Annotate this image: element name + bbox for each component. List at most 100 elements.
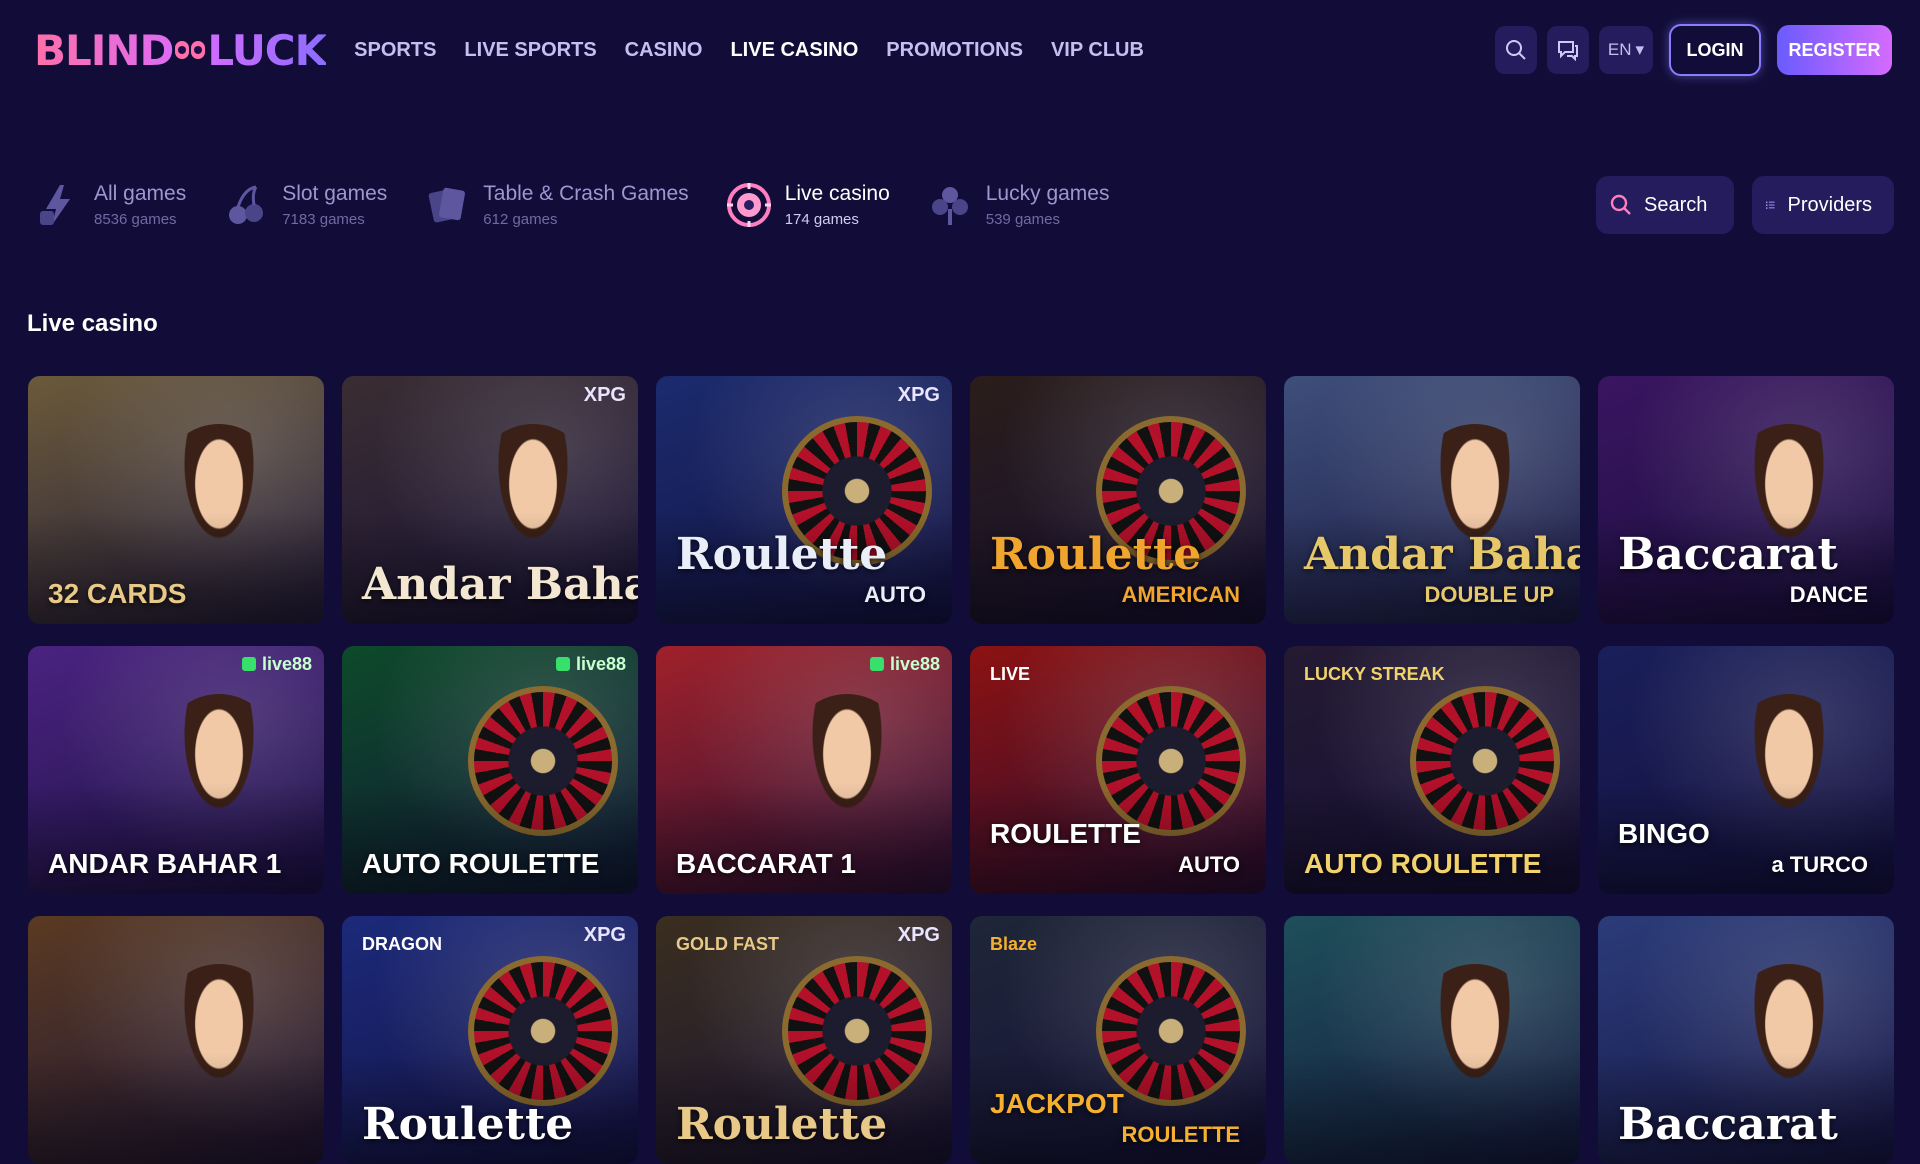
game-title: ROULETTE bbox=[990, 818, 1141, 849]
providers-label: Providers bbox=[1787, 193, 1872, 216]
game-title: BACCARAT 1 bbox=[676, 848, 856, 879]
login-button[interactable]: LOGIN bbox=[1669, 24, 1761, 76]
nav-vip-club[interactable]: VIP CLUB bbox=[1051, 39, 1144, 62]
search-icon bbox=[1610, 194, 1631, 215]
clover-icon bbox=[926, 179, 974, 231]
game-tile[interactable]: live88 AUTO ROULETTE bbox=[342, 646, 638, 894]
language-label: EN bbox=[1607, 40, 1632, 59]
category-count: 7183 games bbox=[282, 211, 365, 228]
game-pretitle: DRAGON bbox=[362, 934, 442, 954]
game-subtitle: AMERICAN bbox=[1121, 582, 1240, 607]
game-tile[interactable]: LUCKY STREAK AUTO ROULETTE bbox=[1284, 646, 1580, 894]
game-tile[interactable] bbox=[1284, 916, 1580, 1164]
category-table-crash-games[interactable]: Table & Crash Games 612 games bbox=[423, 179, 689, 231]
category-title: Lucky games bbox=[985, 182, 1110, 205]
register-button[interactable]: REGISTER bbox=[1777, 25, 1892, 75]
game-tile[interactable]: XPG Andar Bahar bbox=[342, 376, 638, 624]
header-chat-button[interactable] bbox=[1547, 26, 1589, 74]
nav-sports[interactable]: SPORTS bbox=[354, 39, 436, 62]
chevron-down-icon: ▾ bbox=[1635, 40, 1645, 59]
provider-badge: live88 bbox=[556, 654, 626, 675]
game-title: Roulette bbox=[990, 529, 1202, 580]
game-title: ANDAR BAHAR 1 bbox=[48, 848, 282, 879]
game-tile[interactable]: BINGO a TURCO bbox=[1598, 646, 1894, 894]
nav-live-casino[interactable]: LIVE CASINO bbox=[730, 39, 858, 62]
game-title: AUTO ROULETTE bbox=[362, 848, 600, 879]
chat-icon bbox=[1558, 41, 1578, 61]
provider-badge: XPG bbox=[583, 924, 626, 946]
header-search-button[interactable] bbox=[1495, 26, 1537, 74]
game-tile[interactable]: Blaze JACKPOT ROULETTE bbox=[970, 916, 1266, 1164]
game-tile[interactable]: XPG GOLD FAST Roulette bbox=[656, 916, 952, 1164]
top-navigation-bar: BLIND LUCK SPORTS LIVE SPORTS CASINO LIV… bbox=[0, 0, 1920, 100]
search-icon bbox=[1506, 40, 1526, 60]
header-actions: EN ▾ LOGIN REGISTER bbox=[1495, 24, 1892, 76]
category-count: 539 games bbox=[985, 211, 1060, 228]
game-pretitle: LIVE bbox=[990, 664, 1031, 684]
game-title: Baccarat bbox=[1618, 1099, 1838, 1150]
game-title: Roulette bbox=[676, 1099, 888, 1150]
category-title: All games bbox=[94, 182, 187, 205]
category-count: 612 games bbox=[483, 211, 558, 228]
language-selector[interactable]: EN ▾ bbox=[1599, 26, 1653, 74]
cherries-icon bbox=[222, 179, 270, 231]
category-count: 8536 games bbox=[94, 211, 177, 228]
site-logo[interactable]: BLIND LUCK bbox=[34, 26, 326, 75]
section-title: Live casino bbox=[27, 310, 158, 337]
game-pretitle: LUCKY STREAK bbox=[1304, 664, 1445, 684]
games-search-button[interactable]: Search bbox=[1596, 176, 1734, 234]
search-label: Search bbox=[1644, 193, 1708, 216]
game-subtitle: AUTO bbox=[864, 582, 926, 607]
cards-icon bbox=[423, 179, 471, 231]
logo-text-left: BLIND bbox=[34, 25, 174, 75]
lightning-icon bbox=[34, 179, 82, 231]
game-tile[interactable]: XPG Roulette AUTO bbox=[656, 376, 952, 624]
game-tile[interactable]: live88 BACCARAT 1 bbox=[656, 646, 952, 894]
game-tile[interactable]: Baccarat DANCE bbox=[1598, 376, 1894, 624]
game-tile[interactable]: LIVE ROULETTE AUTO bbox=[970, 646, 1266, 894]
providers-button[interactable]: Providers bbox=[1752, 176, 1894, 234]
game-pretitle: Blaze bbox=[990, 934, 1038, 954]
game-title: AUTO ROULETTE bbox=[1304, 848, 1542, 879]
category-count: 174 games bbox=[784, 211, 859, 228]
game-title: 32 CARDS bbox=[48, 578, 187, 609]
game-title: JACKPOT bbox=[990, 1088, 1124, 1119]
game-tile[interactable]: Roulette AMERICAN bbox=[970, 376, 1266, 624]
game-tile[interactable]: 32 CARDS bbox=[28, 376, 324, 624]
category-live-casino[interactable]: Live casino 174 games bbox=[725, 179, 890, 231]
game-title: Andar Bahar bbox=[362, 559, 638, 610]
provider-badge: live88 bbox=[870, 654, 940, 675]
game-tile[interactable]: live88 ANDAR BAHAR 1 bbox=[28, 646, 324, 894]
category-title: Slot games bbox=[282, 182, 388, 205]
nav-promotions[interactable]: PROMOTIONS bbox=[886, 39, 1023, 62]
provider-badge: XPG bbox=[897, 384, 940, 406]
category-title: Live casino bbox=[784, 182, 890, 205]
game-subtitle: DANCE bbox=[1789, 582, 1868, 607]
game-tile[interactable]: Baccarat bbox=[1598, 916, 1894, 1164]
game-grid: 32 CARDSXPGAndar BaharXPGRouletteAUTORou… bbox=[28, 376, 1894, 1164]
game-title: BINGO bbox=[1618, 818, 1710, 849]
logo-eyes-icon bbox=[175, 41, 206, 59]
game-subtitle: a TURCO bbox=[1771, 852, 1868, 877]
game-subtitle: DOUBLE UP bbox=[1424, 582, 1554, 607]
game-tile[interactable]: XPG DRAGON Roulette bbox=[342, 916, 638, 1164]
nav-live-sports[interactable]: LIVE SPORTS bbox=[464, 39, 596, 62]
game-category-bar: All games 8536 games Slot games 7183 gam… bbox=[34, 170, 1894, 240]
category-title: Table & Crash Games bbox=[483, 182, 689, 205]
category-slot-games[interactable]: Slot games 7183 games bbox=[222, 179, 387, 231]
category-all-games[interactable]: All games 8536 games bbox=[34, 179, 186, 231]
game-tile[interactable] bbox=[28, 916, 324, 1164]
list-icon bbox=[1766, 201, 1775, 209]
roulette-chip-icon bbox=[725, 179, 773, 231]
game-title: Baccarat bbox=[1618, 529, 1838, 580]
logo-text-right: LUCK bbox=[207, 25, 327, 75]
main-nav: SPORTS LIVE SPORTS CASINO LIVE CASINO PR… bbox=[354, 39, 1144, 62]
game-pretitle: GOLD FAST bbox=[676, 934, 779, 954]
provider-badge: XPG bbox=[897, 924, 940, 946]
category-tools: Search Providers bbox=[1596, 176, 1894, 234]
nav-casino[interactable]: CASINO bbox=[625, 39, 703, 62]
game-title: Roulette bbox=[362, 1099, 574, 1150]
category-lucky-games[interactable]: Lucky games 539 games bbox=[926, 179, 1110, 231]
game-tile[interactable]: Andar BaharDOUBLE UP bbox=[1284, 376, 1580, 624]
game-title: Andar Bahar bbox=[1304, 529, 1580, 580]
